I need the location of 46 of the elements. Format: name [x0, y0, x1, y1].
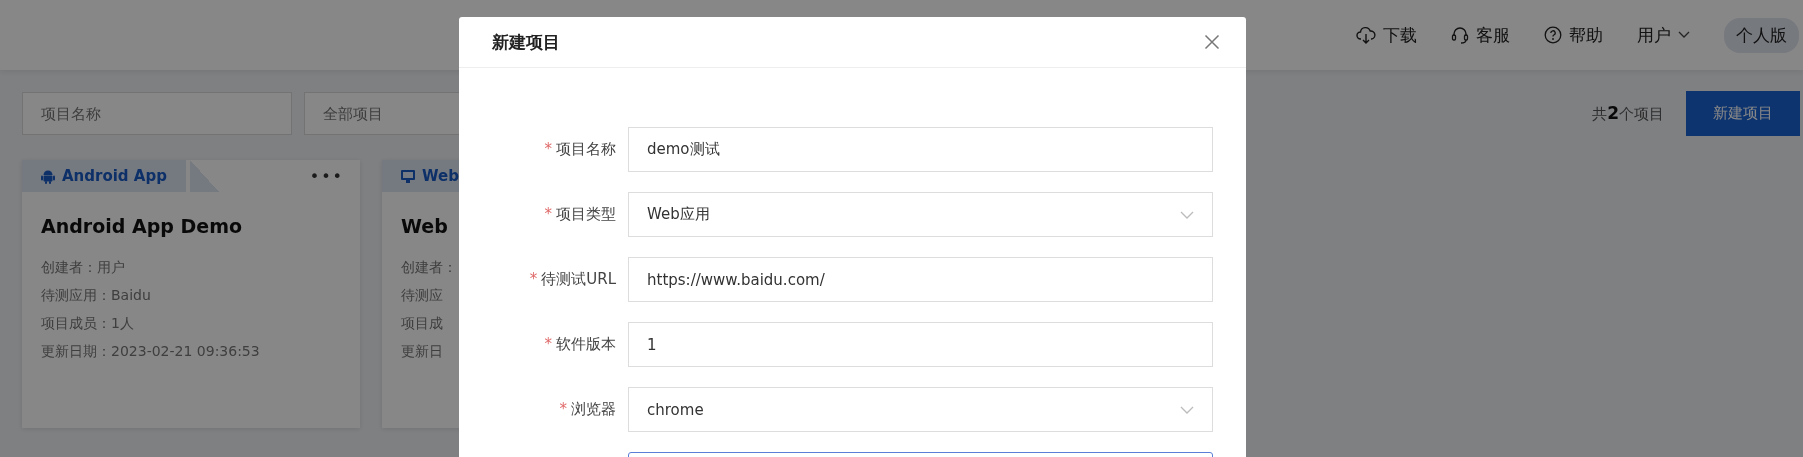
- android-icon: [40, 168, 56, 184]
- card-detail: 待测应: [401, 286, 443, 305]
- chevron-down-icon: [1180, 405, 1194, 414]
- required-mark: *: [544, 140, 552, 159]
- card-detail: 更新日: [401, 342, 443, 361]
- required-mark: *: [544, 205, 552, 224]
- card-title: Android App Demo: [41, 215, 242, 237]
- card-detail: 待测应用：Baidu: [41, 286, 151, 305]
- card-detail: 创建者：: [401, 258, 457, 277]
- project-name-field[interactable]: 项目名称: [22, 92, 292, 135]
- card-detail: 更新日期：2023-02-21 09:36:53: [41, 342, 260, 361]
- nav-link[interactable]: 客服: [1451, 23, 1510, 47]
- chevron-down-icon: [1678, 31, 1690, 39]
- field-label: 项目类型: [556, 205, 616, 224]
- input-field[interactable]: demo测试: [628, 127, 1213, 172]
- select-field[interactable]: Web应用: [628, 192, 1213, 237]
- more-button[interactable]: •••: [309, 166, 344, 186]
- project-card[interactable]: Android App ••• Android App Demo 创建者：用户 待测应用：Baidu 项目成员：1人 更新日期：2023-02-21 09:36:53: [22, 160, 360, 428]
- card-detail: 项目成员：1人: [41, 314, 134, 333]
- nav-link[interactable]: 下载: [1356, 23, 1417, 47]
- edition-badge[interactable]: 个人版: [1724, 17, 1799, 53]
- monitor-icon: [400, 168, 416, 184]
- project-count: 共2个项目: [1592, 103, 1664, 124]
- required-mark: *: [559, 400, 567, 419]
- input-field[interactable]: https://www.baidu.com/: [628, 257, 1213, 302]
- chevron-down-icon: [1180, 210, 1194, 219]
- field-label: 项目名称: [556, 140, 616, 159]
- card-title: Web: [401, 215, 448, 237]
- close-icon[interactable]: [1204, 34, 1220, 50]
- help-icon: [1544, 26, 1562, 44]
- input-field[interactable]: 1: [628, 322, 1213, 367]
- dialog-title: 新建项目: [492, 30, 560, 54]
- card-detail: 项目成: [401, 314, 443, 333]
- field-label: 待测试URL: [541, 270, 616, 289]
- headset-icon: [1451, 26, 1469, 44]
- platform-tag: Android App: [22, 160, 219, 192]
- new-project-button[interactable]: 新建项目: [1686, 91, 1800, 136]
- required-mark: *: [544, 335, 552, 354]
- field-label: 软件版本: [556, 335, 616, 354]
- user-menu[interactable]: 用户: [1637, 23, 1690, 47]
- cloud-download-icon: [1356, 26, 1376, 44]
- select-field[interactable]: chrome: [628, 387, 1213, 432]
- card-detail: 创建者：用户: [41, 258, 125, 277]
- required-mark: *: [529, 270, 538, 289]
- nav-link[interactable]: 帮助: [1544, 23, 1603, 47]
- field-label: 浏览器: [571, 400, 616, 419]
